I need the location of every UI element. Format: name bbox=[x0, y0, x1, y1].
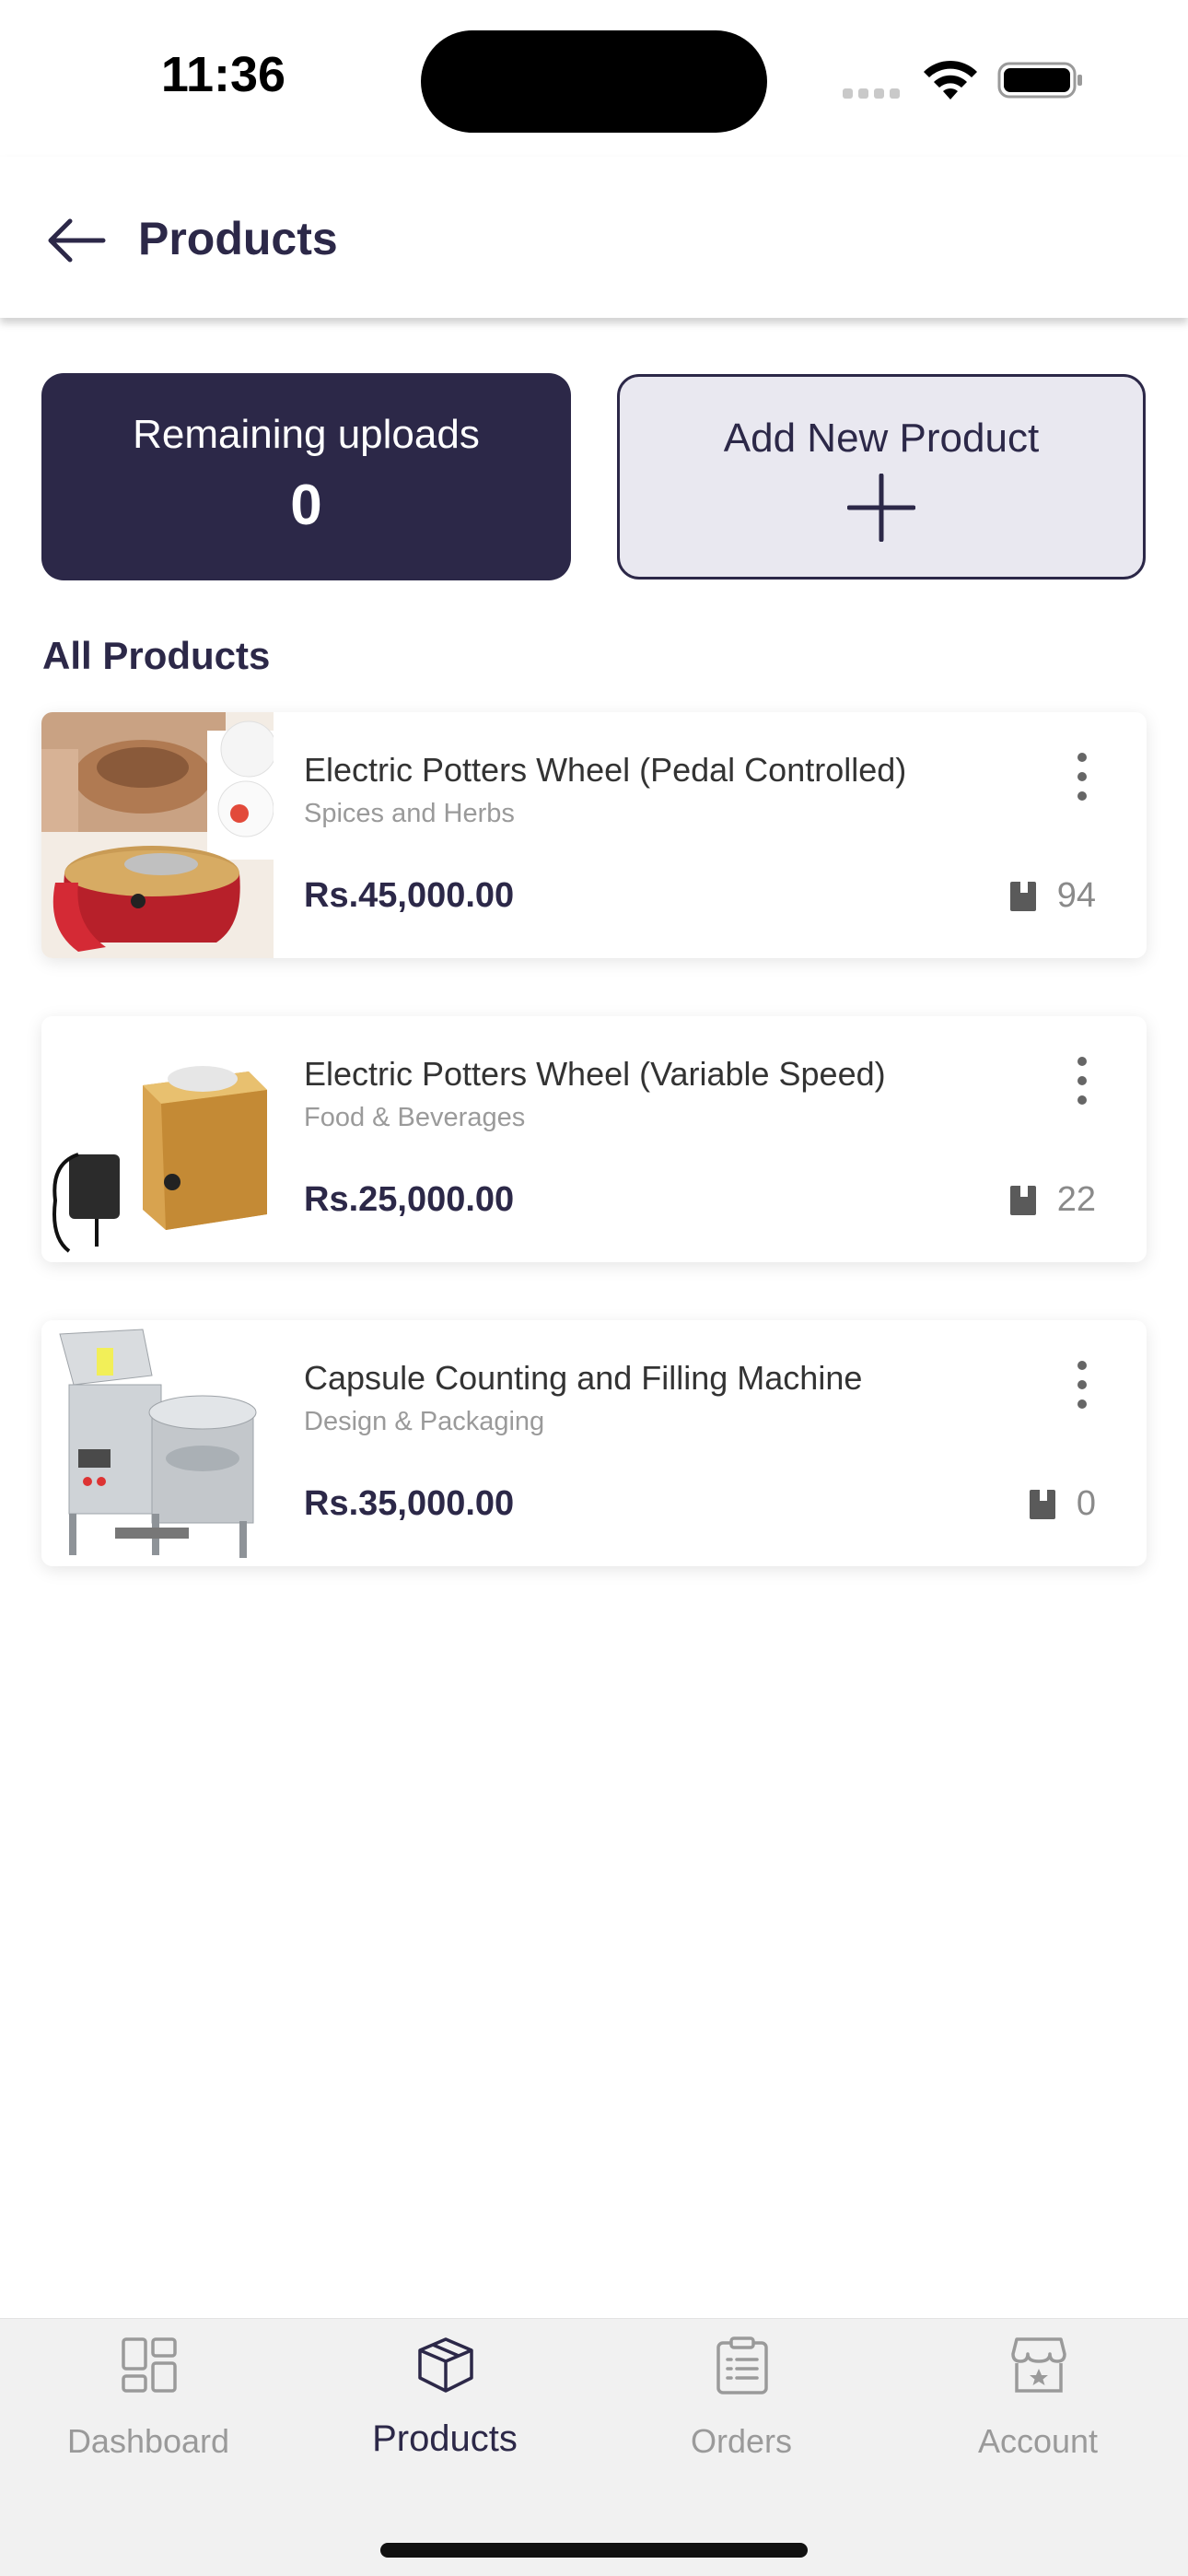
nav-label: Dashboard bbox=[66, 2422, 230, 2460]
nav-item-products[interactable]: Products bbox=[297, 2319, 593, 2503]
wifi-icon bbox=[924, 60, 977, 100]
product-image-potters-wheel-variable bbox=[41, 1016, 274, 1262]
product-category: Spices and Herbs bbox=[304, 799, 515, 828]
status-bar: 11:36 bbox=[0, 0, 1188, 157]
battery-icon bbox=[997, 62, 1082, 99]
section-title-all-products: All Products bbox=[42, 634, 271, 677]
stock-count: 22 bbox=[1056, 1180, 1096, 1219]
nav-item-dashboard[interactable]: Dashboard bbox=[0, 2319, 297, 2503]
cellular-signal-icon bbox=[843, 88, 900, 99]
stock-count: 94 bbox=[1056, 876, 1096, 915]
more-options-button[interactable] bbox=[1064, 1355, 1101, 1414]
more-options-button[interactable] bbox=[1064, 1051, 1101, 1110]
stock-indicator: 94 bbox=[1009, 876, 1096, 916]
inventory-icon bbox=[1009, 881, 1036, 911]
clipboard-list-icon bbox=[716, 2336, 768, 2395]
box-icon bbox=[418, 2337, 473, 2393]
back-button[interactable] bbox=[37, 208, 115, 273]
page-title: Products bbox=[138, 213, 338, 264]
more-options-button[interactable] bbox=[1064, 747, 1101, 806]
product-category: Design & Packaging bbox=[304, 1407, 545, 1436]
nav-label: Products bbox=[372, 2418, 518, 2459]
product-price: Rs.45,000.00 bbox=[304, 876, 515, 915]
remaining-uploads-label: Remaining uploads bbox=[133, 412, 480, 457]
nav-item-account[interactable]: Account bbox=[890, 2319, 1186, 2503]
storefront-icon bbox=[1011, 2337, 1066, 2393]
product-image-capsule-machine bbox=[41, 1320, 274, 1566]
home-indicator bbox=[380, 2543, 808, 2558]
product-card[interactable]: Electric Potters Wheel (Variable Speed) … bbox=[41, 1016, 1147, 1262]
add-new-product-button[interactable]: Add New Product bbox=[617, 374, 1146, 580]
product-price: Rs.25,000.00 bbox=[304, 1180, 515, 1219]
arrow-left-icon bbox=[48, 218, 105, 263]
bottom-navigation: Dashboard Products Orders Account bbox=[0, 2318, 1188, 2576]
stock-count: 0 bbox=[1076, 1484, 1096, 1523]
inventory-icon bbox=[1009, 1185, 1036, 1215]
status-time: 11:36 bbox=[160, 47, 286, 102]
product-price: Rs.35,000.00 bbox=[304, 1484, 515, 1523]
nav-label: Account bbox=[977, 2422, 1099, 2460]
remaining-uploads-count: 0 bbox=[290, 474, 322, 537]
product-name: Capsule Counting and Filling Machine bbox=[304, 1359, 863, 1397]
product-card[interactable]: Capsule Counting and Filling Machine Des… bbox=[41, 1320, 1147, 1566]
app-header: Products bbox=[0, 157, 1188, 318]
dynamic-island bbox=[421, 30, 767, 133]
inventory-icon bbox=[1029, 1489, 1055, 1519]
remaining-uploads-card: Remaining uploads 0 bbox=[41, 373, 571, 580]
product-name: Electric Potters Wheel (Variable Speed) bbox=[304, 1055, 886, 1093]
product-card[interactable]: Electric Potters Wheel (Pedal Controlled… bbox=[41, 712, 1147, 958]
product-category: Food & Beverages bbox=[304, 1103, 526, 1132]
add-new-product-label: Add New Product bbox=[723, 416, 1040, 461]
stock-indicator: 0 bbox=[1029, 1484, 1096, 1524]
nav-item-orders[interactable]: Orders bbox=[593, 2319, 890, 2503]
product-name: Electric Potters Wheel (Pedal Controlled… bbox=[304, 751, 907, 789]
stock-indicator: 22 bbox=[1009, 1180, 1096, 1220]
product-image-potters-wheel-pedal bbox=[41, 712, 274, 958]
plus-icon bbox=[847, 474, 915, 542]
dashboard-grid-icon bbox=[122, 2337, 177, 2393]
nav-label: Orders bbox=[690, 2422, 793, 2460]
